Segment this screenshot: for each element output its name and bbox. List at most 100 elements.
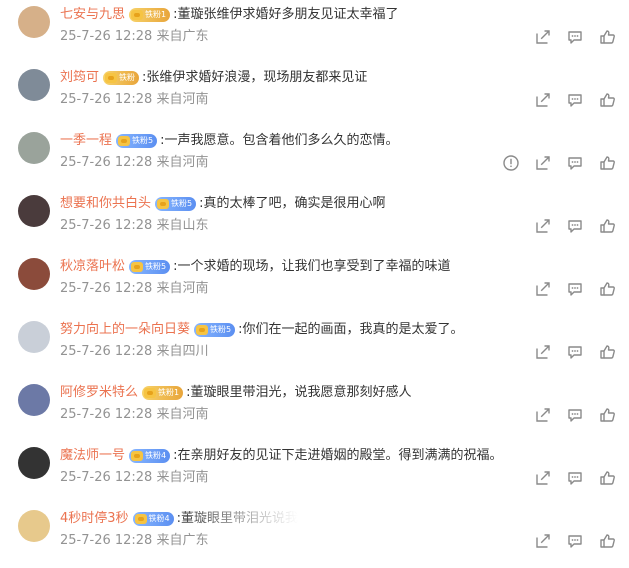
comment-item: 七安与九思 铁粉1 :董璇张维伊求婚好多朋友见证太幸福了 25-7-26 12:28 … — [0, 0, 629, 63]
comment-icon[interactable] — [566, 406, 584, 424]
comment-line: 阿修罗米特么 铁粉1:董璇眼里带泪光，说我愿意那刻好感人 — [60, 384, 412, 402]
fan-badge: 铁粉5 — [194, 323, 236, 337]
comment-text: :你们在一起的画面，我真的是太爱了。 — [238, 322, 464, 337]
comment-meta: 25-7-26 12:28 来自河南 — [60, 92, 209, 107]
avatar[interactable] — [18, 510, 50, 542]
share-icon[interactable] — [534, 406, 552, 424]
comment-list: 七安与九思 铁粉1:董璇张维伊求婚好多朋友见证太幸福了 25-7-26 12:28 … — [0, 0, 629, 568]
comment-line: 魔法师一号 铁粉4:在亲朋好友的见证下走进婚姻的殿堂。得到满满的祝福。 — [60, 447, 503, 465]
comment-line: 七安与九思 铁粉1 :董璇张维伊求婚好多朋友见证太幸福了 — [60, 6, 399, 24]
comment-actions — [534, 91, 616, 109]
username-link[interactable]: 刘筠可 — [60, 70, 99, 85]
comment-item: 4秒时停3秒 铁粉4:董璇眼里带泪光说我 25-7-26 12:28 来自广东 — [0, 504, 629, 567]
like-icon[interactable] — [598, 406, 616, 424]
comment-item: 刘筠可 铁粉:张维伊求婚好浪漫，现场朋友都来见证 25-7-26 12:28 来自河… — [0, 63, 629, 126]
share-icon[interactable] — [534, 469, 552, 487]
comment-meta: 25-7-26 12:28 来自河南 — [60, 281, 209, 296]
fan-badge: 铁粉4 — [129, 449, 171, 463]
comment-actions — [534, 28, 616, 46]
like-icon[interactable] — [598, 469, 616, 487]
comment-icon[interactable] — [566, 280, 584, 298]
fan-badge: 铁粉1 — [129, 8, 171, 22]
avatar[interactable] — [18, 69, 50, 101]
username-link[interactable]: 秋凉落叶松 — [60, 259, 125, 274]
comment-actions — [534, 406, 616, 424]
comment-meta: 25-7-26 12:28 来自河南 — [60, 155, 209, 170]
comment-icon[interactable] — [566, 154, 584, 172]
username-link[interactable]: 想要和你共白头 — [60, 196, 151, 211]
comment-item: 努力向上的一朵向日葵 铁粉5:你们在一起的画面，我真的是太爱了。 25-7-26 1… — [0, 315, 629, 378]
badge-label: 铁粉1 — [158, 388, 180, 397]
comment-actions — [534, 343, 616, 361]
report-icon[interactable] — [502, 154, 520, 172]
crown-icon — [131, 10, 144, 20]
crown-icon — [118, 136, 131, 146]
crown-icon — [131, 451, 144, 461]
like-icon[interactable] — [598, 217, 616, 235]
comment-icon[interactable] — [566, 532, 584, 550]
share-icon[interactable] — [534, 91, 552, 109]
comment-line: 4秒时停3秒 铁粉4:董璇眼里带泪光说我 — [60, 510, 298, 528]
comment-actions — [534, 280, 616, 298]
fan-badge: 铁粉1 — [142, 386, 184, 400]
comment-meta: 25-7-26 12:28 来自广东 — [60, 29, 209, 44]
badge-label: 铁粉5 — [210, 325, 232, 334]
comment-line: 刘筠可 铁粉:张维伊求婚好浪漫，现场朋友都来见证 — [60, 69, 367, 87]
avatar[interactable] — [18, 258, 50, 290]
comment-text: :董璇张维伊求婚好多朋友见证太幸福了 — [173, 7, 399, 22]
comment-icon[interactable] — [566, 217, 584, 235]
username-link[interactable]: 魔法师一号 — [60, 448, 125, 463]
crown-icon — [134, 514, 147, 524]
comment-line: 想要和你共白头 铁粉5:真的太棒了吧，确实是很用心啊 — [60, 195, 386, 213]
comment-actions — [534, 217, 616, 235]
comment-icon[interactable] — [566, 28, 584, 46]
comment-item: 魔法师一号 铁粉4:在亲朋好友的见证下走进婚姻的殿堂。得到满满的祝福。 25-7-2… — [0, 441, 629, 504]
like-icon[interactable] — [598, 532, 616, 550]
like-icon[interactable] — [598, 343, 616, 361]
avatar[interactable] — [18, 132, 50, 164]
username-link[interactable]: 一季一程 — [60, 133, 112, 148]
comment-text: :张维伊求婚好浪漫，现场朋友都来见证 — [142, 70, 368, 85]
avatar[interactable] — [18, 6, 50, 38]
share-icon[interactable] — [534, 28, 552, 46]
comment-icon[interactable] — [566, 343, 584, 361]
fan-badge: 铁粉5 — [116, 134, 158, 148]
badge-label: 铁粉5 — [145, 262, 167, 271]
comment-actions — [502, 154, 616, 172]
username-link[interactable]: 七安与九思 — [60, 7, 125, 22]
comment-item: 想要和你共白头 铁粉5:真的太棒了吧，确实是很用心啊 25-7-26 12:28 来… — [0, 189, 629, 252]
share-icon[interactable] — [534, 280, 552, 298]
badge-label: 铁粉4 — [148, 514, 170, 523]
crown-icon — [157, 199, 170, 209]
crown-icon — [131, 262, 144, 272]
like-icon[interactable] — [598, 28, 616, 46]
share-icon[interactable] — [534, 154, 552, 172]
like-icon[interactable] — [598, 91, 616, 109]
fan-badge: 铁粉5 — [155, 197, 197, 211]
badge-label: 铁粉1 — [145, 10, 167, 19]
fan-badge: 铁粉4 — [132, 512, 174, 526]
comment-actions — [534, 469, 616, 487]
comment-icon[interactable] — [566, 91, 584, 109]
like-icon[interactable] — [598, 280, 616, 298]
comment-line: 一季一程 铁粉5 :一声我愿意。包含着他们多么久的恋情。 — [60, 132, 399, 150]
comment-text: :一个求婚的现场，让我们也享受到了幸福的味道 — [173, 259, 451, 274]
comment-line: 秋凉落叶松 铁粉5 :一个求婚的现场，让我们也享受到了幸福的味道 — [60, 258, 451, 276]
avatar[interactable] — [18, 195, 50, 227]
comment-actions — [534, 532, 616, 550]
avatar[interactable] — [18, 321, 50, 353]
avatar[interactable] — [18, 384, 50, 416]
username-link[interactable]: 努力向上的一朵向日葵 — [60, 322, 190, 337]
comment-icon[interactable] — [566, 469, 584, 487]
comment-text: :一声我愿意。包含着他们多么久的恋情。 — [160, 133, 399, 148]
username-link[interactable]: 4秒时停3秒 — [60, 511, 129, 526]
badge-label: 铁粉5 — [132, 136, 154, 145]
share-icon[interactable] — [534, 532, 552, 550]
crown-icon — [196, 325, 209, 335]
like-icon[interactable] — [598, 154, 616, 172]
share-icon[interactable] — [534, 217, 552, 235]
share-icon[interactable] — [534, 343, 552, 361]
comment-item: 阿修罗米特么 铁粉1:董璇眼里带泪光，说我愿意那刻好感人 25-7-26 12:28… — [0, 378, 629, 441]
username-link[interactable]: 阿修罗米特么 — [60, 385, 138, 400]
avatar[interactable] — [18, 447, 50, 479]
